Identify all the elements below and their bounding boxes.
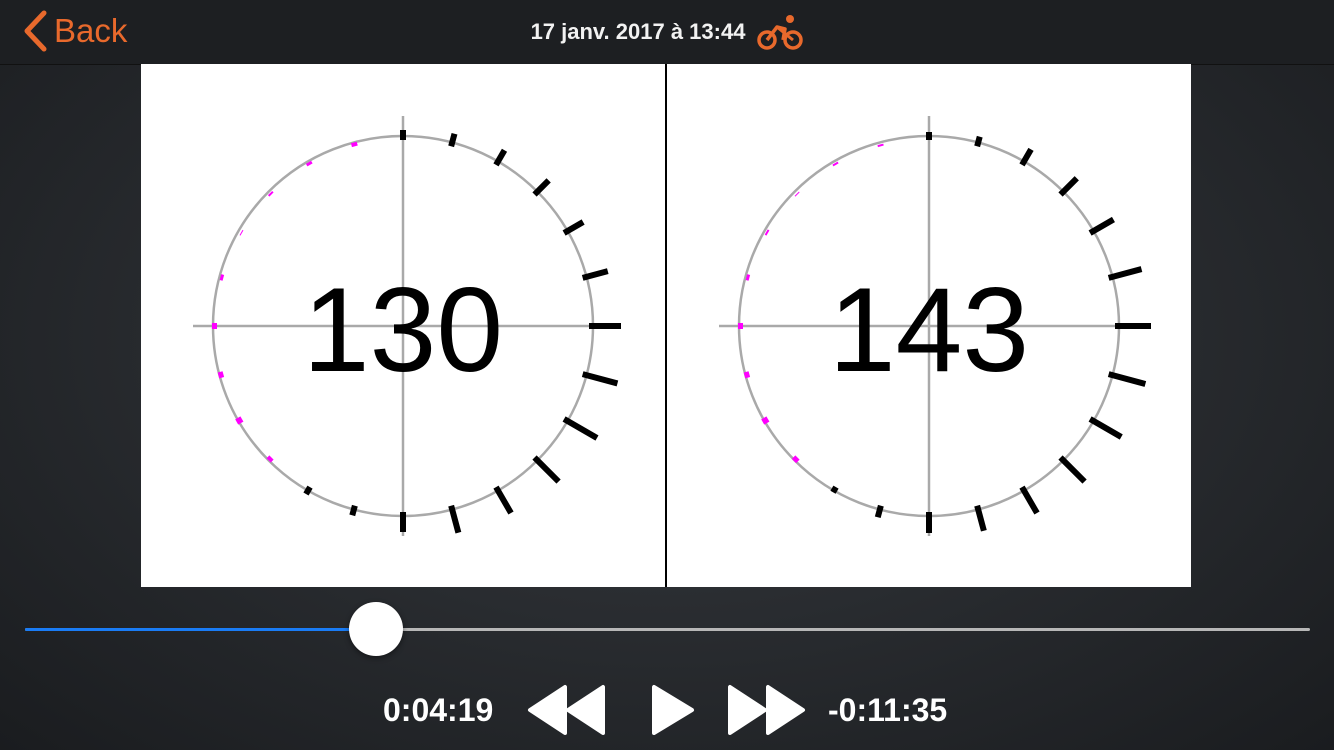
force-tick — [235, 416, 244, 425]
force-tick — [1019, 147, 1034, 167]
right-pedal-chart: 143 — [667, 64, 1191, 587]
top-bar: Back 17 janv. 2017 à 13:44 — [0, 0, 1334, 65]
force-tick — [532, 178, 551, 197]
force-tick — [743, 371, 751, 379]
force-tick — [1058, 455, 1087, 484]
session-date: 17 janv. 2017 à 13:44 — [530, 19, 746, 44]
force-tick — [832, 161, 839, 167]
force-tick — [217, 371, 225, 379]
force-tick — [493, 485, 514, 515]
rewind-icon[interactable] — [527, 684, 607, 736]
right-radar-plot — [719, 116, 1151, 536]
force-tick — [562, 416, 599, 441]
left-radar-plot — [193, 116, 621, 536]
force-tick — [830, 485, 839, 494]
page-title: 17 janv. 2017 à 13:44 — [0, 0, 1334, 64]
force-tick — [532, 455, 561, 484]
chevron-left-icon — [24, 10, 47, 52]
force-tick — [1107, 266, 1143, 281]
force-tick — [239, 229, 244, 236]
force-tick — [219, 274, 225, 281]
force-tick — [877, 143, 884, 148]
remaining-time: -0:11:35 — [828, 692, 948, 728]
force-tick — [303, 485, 313, 496]
force-tick — [448, 504, 462, 534]
force-tick — [1107, 371, 1147, 387]
force-tick — [349, 504, 358, 517]
back-label: Back — [54, 12, 128, 49]
elapsed-time: 0:04:19 — [383, 692, 494, 728]
force-tick — [974, 135, 983, 148]
force-tick — [1019, 485, 1040, 515]
force-tick — [448, 133, 458, 148]
force-tick — [745, 274, 751, 281]
play-icon[interactable] — [650, 684, 696, 736]
force-tick — [764, 229, 770, 236]
force-tick — [794, 191, 800, 197]
force-tick — [267, 190, 274, 197]
force-tick — [562, 219, 585, 236]
force-tick — [266, 455, 274, 463]
left-pedal-chart: 130 — [141, 64, 665, 587]
force-tick — [761, 416, 770, 425]
seek-progress — [25, 628, 376, 631]
force-tick — [350, 141, 358, 148]
force-tick — [581, 371, 619, 387]
bicycle-icon — [757, 15, 804, 50]
force-tick — [305, 160, 313, 167]
force-tick — [1088, 216, 1115, 236]
force-tick — [874, 504, 884, 519]
force-tick — [1058, 176, 1079, 197]
force-tick — [1088, 416, 1123, 440]
seek-thumb[interactable] — [348, 602, 403, 656]
force-tick — [791, 455, 800, 464]
force-tick — [493, 148, 508, 167]
fast-forward-icon[interactable] — [726, 684, 806, 736]
back-button[interactable]: Back — [22, 8, 127, 54]
